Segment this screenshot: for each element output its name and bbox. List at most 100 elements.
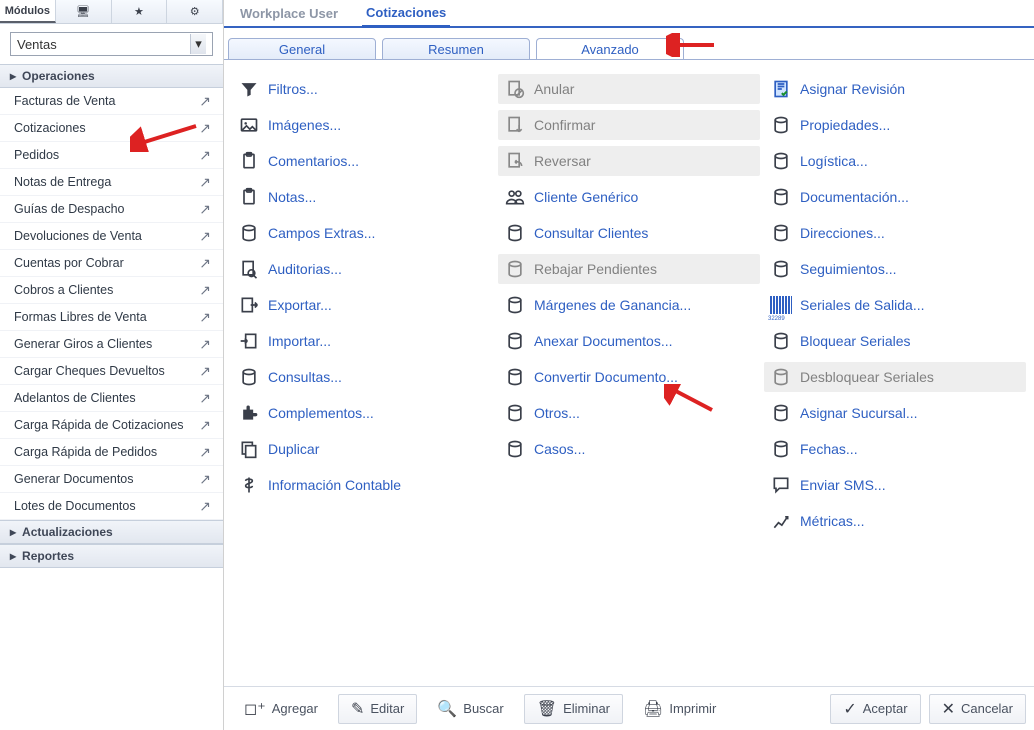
chart-icon xyxy=(770,510,792,532)
nav-carga-rapida-de-cotizaciones[interactable]: Carga Rápida de Cotizaciones↗ xyxy=(0,412,223,439)
nav-facturas-de-venta[interactable]: Facturas de Venta↗ xyxy=(0,88,223,115)
nav-lotes-de-documentos[interactable]: Lotes de Documentos↗ xyxy=(0,493,223,520)
nav-label: Formas Libres de Venta xyxy=(14,310,147,324)
tool-logistica[interactable]: Logística... xyxy=(764,146,1026,176)
tool-duplicar[interactable]: Duplicar xyxy=(232,434,494,464)
cancelar-button[interactable]: ✕Cancelar xyxy=(929,694,1026,724)
database-icon xyxy=(770,402,792,424)
sidebar-group-reportes[interactable]: ▸ Reportes xyxy=(0,544,223,568)
sidebar-group-operaciones[interactable]: ▸ Operaciones xyxy=(0,64,223,88)
doc-check-icon xyxy=(770,78,792,100)
tool-direcciones[interactable]: Direcciones... xyxy=(764,218,1026,248)
tab-cotizaciones[interactable]: Cotizaciones xyxy=(362,0,450,28)
tool-label: Seriales de Salida... xyxy=(800,297,925,313)
audit-icon xyxy=(238,258,260,280)
tool-anexar-documentos[interactable]: Anexar Documentos... xyxy=(498,326,760,356)
tool-label: Anular xyxy=(534,81,574,97)
nav-cotizaciones[interactable]: Cotizaciones↗ xyxy=(0,115,223,142)
tool-documentacion[interactable]: Documentación... xyxy=(764,182,1026,212)
tool-bloquear-seriales[interactable]: Bloquear Seriales xyxy=(764,326,1026,356)
nav-cobros-a-clientes[interactable]: Cobros a Clientes↗ xyxy=(0,277,223,304)
tool-notas[interactable]: Notas... xyxy=(232,182,494,212)
sidebar-tabs: Módulos 🖥 ★ ⚙ xyxy=(0,0,223,24)
aceptar-button[interactable]: ✓Aceptar xyxy=(830,694,920,724)
tool-label: Enviar SMS... xyxy=(800,477,886,493)
module-select[interactable]: Ventas ▾ xyxy=(10,32,213,56)
tool-campos-extras[interactable]: Campos Extras... xyxy=(232,218,494,248)
tool-label: Direcciones... xyxy=(800,225,885,241)
tool-seguimientos[interactable]: Seguimientos... xyxy=(764,254,1026,284)
tool-label: Asignar Revisión xyxy=(800,81,905,97)
tool-enviar-sms[interactable]: Enviar SMS... xyxy=(764,470,1026,500)
subtab-avanzado[interactable]: Avanzado xyxy=(536,38,684,60)
nav-generar-giros-a-clientes[interactable]: Generar Giros a Clientes↗ xyxy=(0,331,223,358)
sidebar-tab-modulos[interactable]: Módulos xyxy=(0,0,56,23)
sidebar: Módulos 🖥 ★ ⚙ Ventas ▾ ▸ Operaciones Fac… xyxy=(0,0,224,730)
tool-consultar-clientes[interactable]: Consultar Clientes xyxy=(498,218,760,248)
tool-margenes-de-ganancia[interactable]: Márgenes de Ganancia... xyxy=(498,290,760,320)
tool-convertir-documento[interactable]: Convertir Documento... xyxy=(498,362,760,392)
tool-asignar-sucursal[interactable]: Asignar Sucursal... xyxy=(764,398,1026,428)
tool-exportar[interactable]: Exportar... xyxy=(232,290,494,320)
nav-label: Guías de Despacho xyxy=(14,202,125,216)
tool-filtros[interactable]: Filtros... xyxy=(232,74,494,104)
tool-consultas[interactable]: Consultas... xyxy=(232,362,494,392)
nav-label: Devoluciones de Venta xyxy=(14,229,142,243)
database-icon xyxy=(770,150,792,172)
tool-label: Otros... xyxy=(534,405,580,421)
nav-adelantos-de-clientes[interactable]: Adelantos de Clientes↗ xyxy=(0,385,223,412)
popout-icon: ↗ xyxy=(199,256,211,270)
nav-cuentas-por-cobrar[interactable]: Cuentas por Cobrar↗ xyxy=(0,250,223,277)
people-icon xyxy=(504,186,526,208)
sidebar-tab-gear[interactable]: ⚙ xyxy=(167,0,223,23)
tool-label: Propiedades... xyxy=(800,117,890,133)
subtab-general[interactable]: General xyxy=(228,38,376,60)
tool-complementos[interactable]: Complementos... xyxy=(232,398,494,428)
popout-icon: ↗ xyxy=(199,472,211,486)
tab-workplace-user[interactable]: Workplace User xyxy=(236,1,342,26)
tool-imagenes[interactable]: Imágenes... xyxy=(232,110,494,140)
nav-guias-de-despacho[interactable]: Guías de Despacho↗ xyxy=(0,196,223,223)
database-icon xyxy=(770,222,792,244)
eliminar-button[interactable]: 🗑Eliminar xyxy=(524,694,623,724)
nav-generar-documentos[interactable]: Generar Documentos↗ xyxy=(0,466,223,493)
nav-label: Carga Rápida de Pedidos xyxy=(14,445,157,459)
tool-informacion-contable[interactable]: Información Contable xyxy=(232,470,494,500)
tool-fechas[interactable]: Fechas... xyxy=(764,434,1026,464)
tool-importar[interactable]: Importar... xyxy=(232,326,494,356)
tool-cliente-generico[interactable]: Cliente Genérico xyxy=(498,182,760,212)
tool-metricas[interactable]: Métricas... xyxy=(764,506,1026,536)
note-icon xyxy=(238,186,260,208)
database-icon xyxy=(770,438,792,460)
nav-label: Lotes de Documentos xyxy=(14,499,136,513)
tool-auditorias[interactable]: Auditorias... xyxy=(232,254,494,284)
tool-casos[interactable]: Casos... xyxy=(498,434,760,464)
nav-formas-libres-de-venta[interactable]: Formas Libres de Venta↗ xyxy=(0,304,223,331)
tool-label: Convertir Documento... xyxy=(534,369,678,385)
tool-label: Auditorias... xyxy=(268,261,342,277)
nav-carga-rapida-de-pedidos[interactable]: Carga Rápida de Pedidos↗ xyxy=(0,439,223,466)
tool-otros[interactable]: Otros... xyxy=(498,398,760,428)
tool-label: Métricas... xyxy=(800,513,865,529)
monitor-icon: 🖥 xyxy=(76,5,90,18)
nav-label: Cotizaciones xyxy=(14,121,86,135)
buscar-button[interactable]: 🔍Buscar xyxy=(425,694,515,724)
sidebar-tab-monitor[interactable]: 🖥 xyxy=(56,0,112,23)
tool-seriales-de-salida[interactable]: Seriales de Salida... xyxy=(764,290,1026,320)
nav-cargar-cheques-devueltos[interactable]: Cargar Cheques Devueltos↗ xyxy=(0,358,223,385)
subtab-resumen[interactable]: Resumen xyxy=(382,38,530,60)
editar-button[interactable]: ✎Editar xyxy=(338,694,417,724)
sidebar-group-actualizaciones[interactable]: ▸ Actualizaciones xyxy=(0,520,223,544)
imprimir-button[interactable]: 🖨Imprimir xyxy=(631,694,728,724)
nav-devoluciones-de-venta[interactable]: Devoluciones de Venta↗ xyxy=(0,223,223,250)
tool-asignar-revision[interactable]: Asignar Revisión xyxy=(764,74,1026,104)
agregar-button[interactable]: ◻⁺Agregar xyxy=(232,694,330,724)
tool-comentarios[interactable]: Comentarios... xyxy=(232,146,494,176)
nav-pedidos[interactable]: Pedidos↗ xyxy=(0,142,223,169)
nav-notas-de-entrega[interactable]: Notas de Entrega↗ xyxy=(0,169,223,196)
tool-propiedades[interactable]: Propiedades... xyxy=(764,110,1026,140)
popout-icon: ↗ xyxy=(199,418,211,432)
sidebar-group-label: Operaciones xyxy=(22,69,95,83)
sidebar-tab-star[interactable]: ★ xyxy=(112,0,168,23)
database-icon xyxy=(504,222,526,244)
